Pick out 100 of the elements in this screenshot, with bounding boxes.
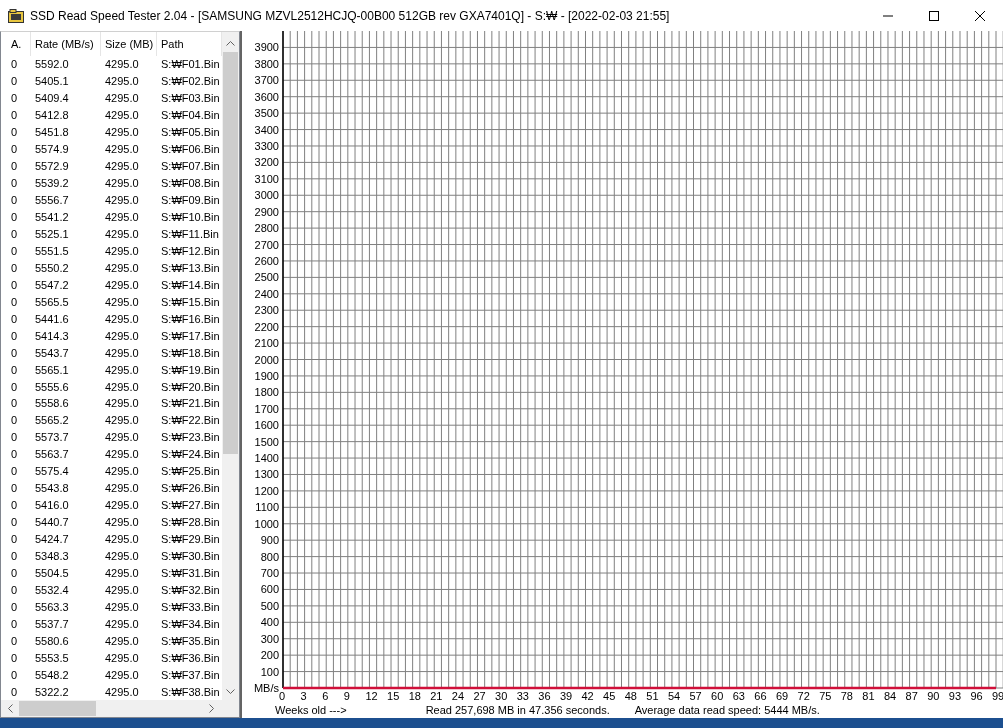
table-cell-text: 4295.0 — [104, 600, 140, 613]
table-cell-text: 5416.0 — [34, 499, 70, 512]
table-cell-text: 4295.0 — [104, 261, 140, 274]
x-tick-label: 72 — [797, 690, 810, 702]
table-cell-text: 5537.7 — [34, 617, 70, 630]
scroll-up-icon[interactable] — [226, 40, 235, 46]
table-cell-text: S:₩F16.Bin — [160, 312, 221, 325]
table-cell-text: 5348.3 — [34, 550, 70, 563]
x-tick-label: 39 — [559, 690, 573, 702]
x-tick-label: 60 — [711, 690, 724, 702]
table-cell-text: 5565.1 — [34, 363, 70, 376]
column-header[interactable]: Size (MB) — [101, 32, 157, 56]
table-cell-text: 4295.0 — [104, 397, 140, 410]
table-cell-text: S:₩F14.Bin — [160, 278, 221, 291]
y-tick-label: 700 — [260, 567, 279, 580]
table-cell-text: 5405.1 — [34, 75, 70, 88]
table-cell-text: 0 — [10, 583, 19, 596]
table-cell-text: S:₩F28.Bin — [160, 516, 221, 529]
table-cell-text: 5412.8 — [34, 109, 70, 122]
table-cell-text: 5441.6 — [34, 312, 70, 325]
table-cell-text: 0 — [10, 177, 19, 190]
table-cell-text: 4295.0 — [104, 583, 140, 596]
y-tick-label: 1700 — [254, 402, 279, 415]
table-cell-text: 0 — [10, 109, 19, 122]
table-cell-text: S:₩F19.Bin — [160, 363, 221, 376]
table-cell-text: 5592.0 — [34, 58, 70, 71]
table-cell-text: S:₩F10.Bin — [160, 210, 221, 223]
table-cell-text: 4295.0 — [104, 244, 140, 257]
table-cell-text: 0 — [10, 75, 19, 88]
table-cell-text: S:₩F27.Bin — [160, 499, 221, 512]
y-tick-label: MB/s — [253, 682, 279, 694]
table-cell-text: S:₩F17.Bin — [160, 329, 221, 342]
x-tick-label: 3 — [300, 690, 307, 702]
x-tick-label: 66 — [754, 690, 767, 702]
table-cell-text: 0 — [10, 346, 19, 359]
table-cell-text: 4295.0 — [104, 126, 140, 139]
table-cell-text: 0 — [10, 550, 19, 563]
table-cell-text: 4295.0 — [104, 414, 140, 427]
table-cell-text: 0 — [10, 685, 19, 698]
table-cell-text: 5556.7 — [34, 194, 70, 206]
y-tick-label: 1800 — [254, 386, 279, 399]
table-cell-text: 0 — [10, 210, 19, 223]
y-tick-label: 2600 — [254, 254, 279, 267]
table-cell-text: 0 — [10, 499, 19, 512]
y-tick-label: 2500 — [254, 271, 279, 284]
y-tick-label: 500 — [260, 599, 279, 612]
x-tick-label: 93 — [948, 690, 962, 702]
horizontal-scrollbar[interactable] — [1, 700, 239, 717]
table-cell-text: 4295.0 — [104, 668, 140, 681]
table-cell-text: S:₩F01.Bin — [160, 58, 221, 71]
table-cell-text: 0 — [10, 194, 19, 206]
table-cell-text: 4295.0 — [104, 109, 140, 122]
y-tick-label: 3300 — [254, 140, 279, 152]
table-cell-text: 5555.6 — [34, 380, 70, 393]
x-tick-label: 45 — [603, 690, 616, 702]
y-tick-label: 3400 — [254, 123, 279, 136]
table-cell-text: 0 — [10, 126, 19, 139]
table-cell-text: 5440.7 — [34, 516, 70, 529]
table-cell-text: 4295.0 — [104, 550, 140, 563]
table-cell-text: 5551.5 — [34, 244, 70, 257]
x-tick-label: 15 — [387, 690, 400, 702]
table-cell-text: 5322.2 — [34, 685, 70, 698]
table-cell-text: S:₩F03.Bin — [160, 92, 221, 105]
table-cell-text: S:₩F33.Bin — [160, 600, 221, 613]
column-header[interactable]: Rate (MB/s) — [31, 32, 101, 56]
table-cell-text: S:₩F07.Bin — [160, 160, 221, 173]
table-cell-text: 5504.5 — [34, 567, 70, 579]
maximize-icon — [929, 10, 939, 21]
x-tick-label: 51 — [646, 690, 659, 702]
x-tick-label: 36 — [538, 690, 551, 702]
table-cell-text: 5547.2 — [34, 278, 70, 291]
column-header[interactable]: A. — [1, 32, 31, 56]
scrollbar-thumb[interactable] — [223, 52, 238, 454]
x-tick-label: 30 — [495, 690, 508, 702]
table-cell-text: 4295.0 — [104, 210, 140, 223]
table-cell-text: 4295.0 — [104, 533, 140, 546]
table-cell-text: 4295.0 — [104, 363, 140, 376]
scroll-right-icon[interactable] — [209, 704, 215, 713]
y-tick-label: 1400 — [254, 452, 279, 465]
x-tick-label: 54 — [667, 690, 681, 702]
window-title: SSD Read Speed Tester 2.04 - [SAMSUNG MZVL2512HCJQ-00B00 512GB rev GXA7401Q] - S:₩ - [2022-02-03 21:55] — [30, 8, 671, 23]
table-cell-text: 0 — [10, 414, 19, 427]
x-tick-label: 78 — [840, 690, 853, 702]
y-tick-label: 3000 — [254, 189, 279, 202]
vertical-scrollbar[interactable] — [222, 32, 239, 700]
x-tick-label: 0 — [279, 690, 286, 702]
table-cell-text: 4295.0 — [104, 499, 140, 512]
status-text: Average data read speed: 5444 MB/s. — [634, 704, 820, 716]
y-tick-label: 1200 — [254, 484, 279, 497]
table-cell-text: 5563.7 — [34, 448, 70, 461]
scroll-down-icon[interactable] — [226, 689, 235, 695]
status-text: Read 257,698 MB in 47.356 seconds. — [425, 704, 610, 716]
scroll-left-icon[interactable] — [7, 704, 13, 713]
table-cell-text: S:₩F09.Bin — [160, 194, 221, 206]
y-tick-label: 800 — [260, 550, 279, 563]
table-cell-text: 5558.6 — [34, 397, 70, 410]
table-cell-text: 5414.3 — [34, 329, 70, 342]
table-cell-text: 5451.8 — [34, 126, 70, 139]
scrollbar-thumb[interactable] — [19, 701, 96, 716]
table-cell-text: 0 — [10, 227, 19, 240]
